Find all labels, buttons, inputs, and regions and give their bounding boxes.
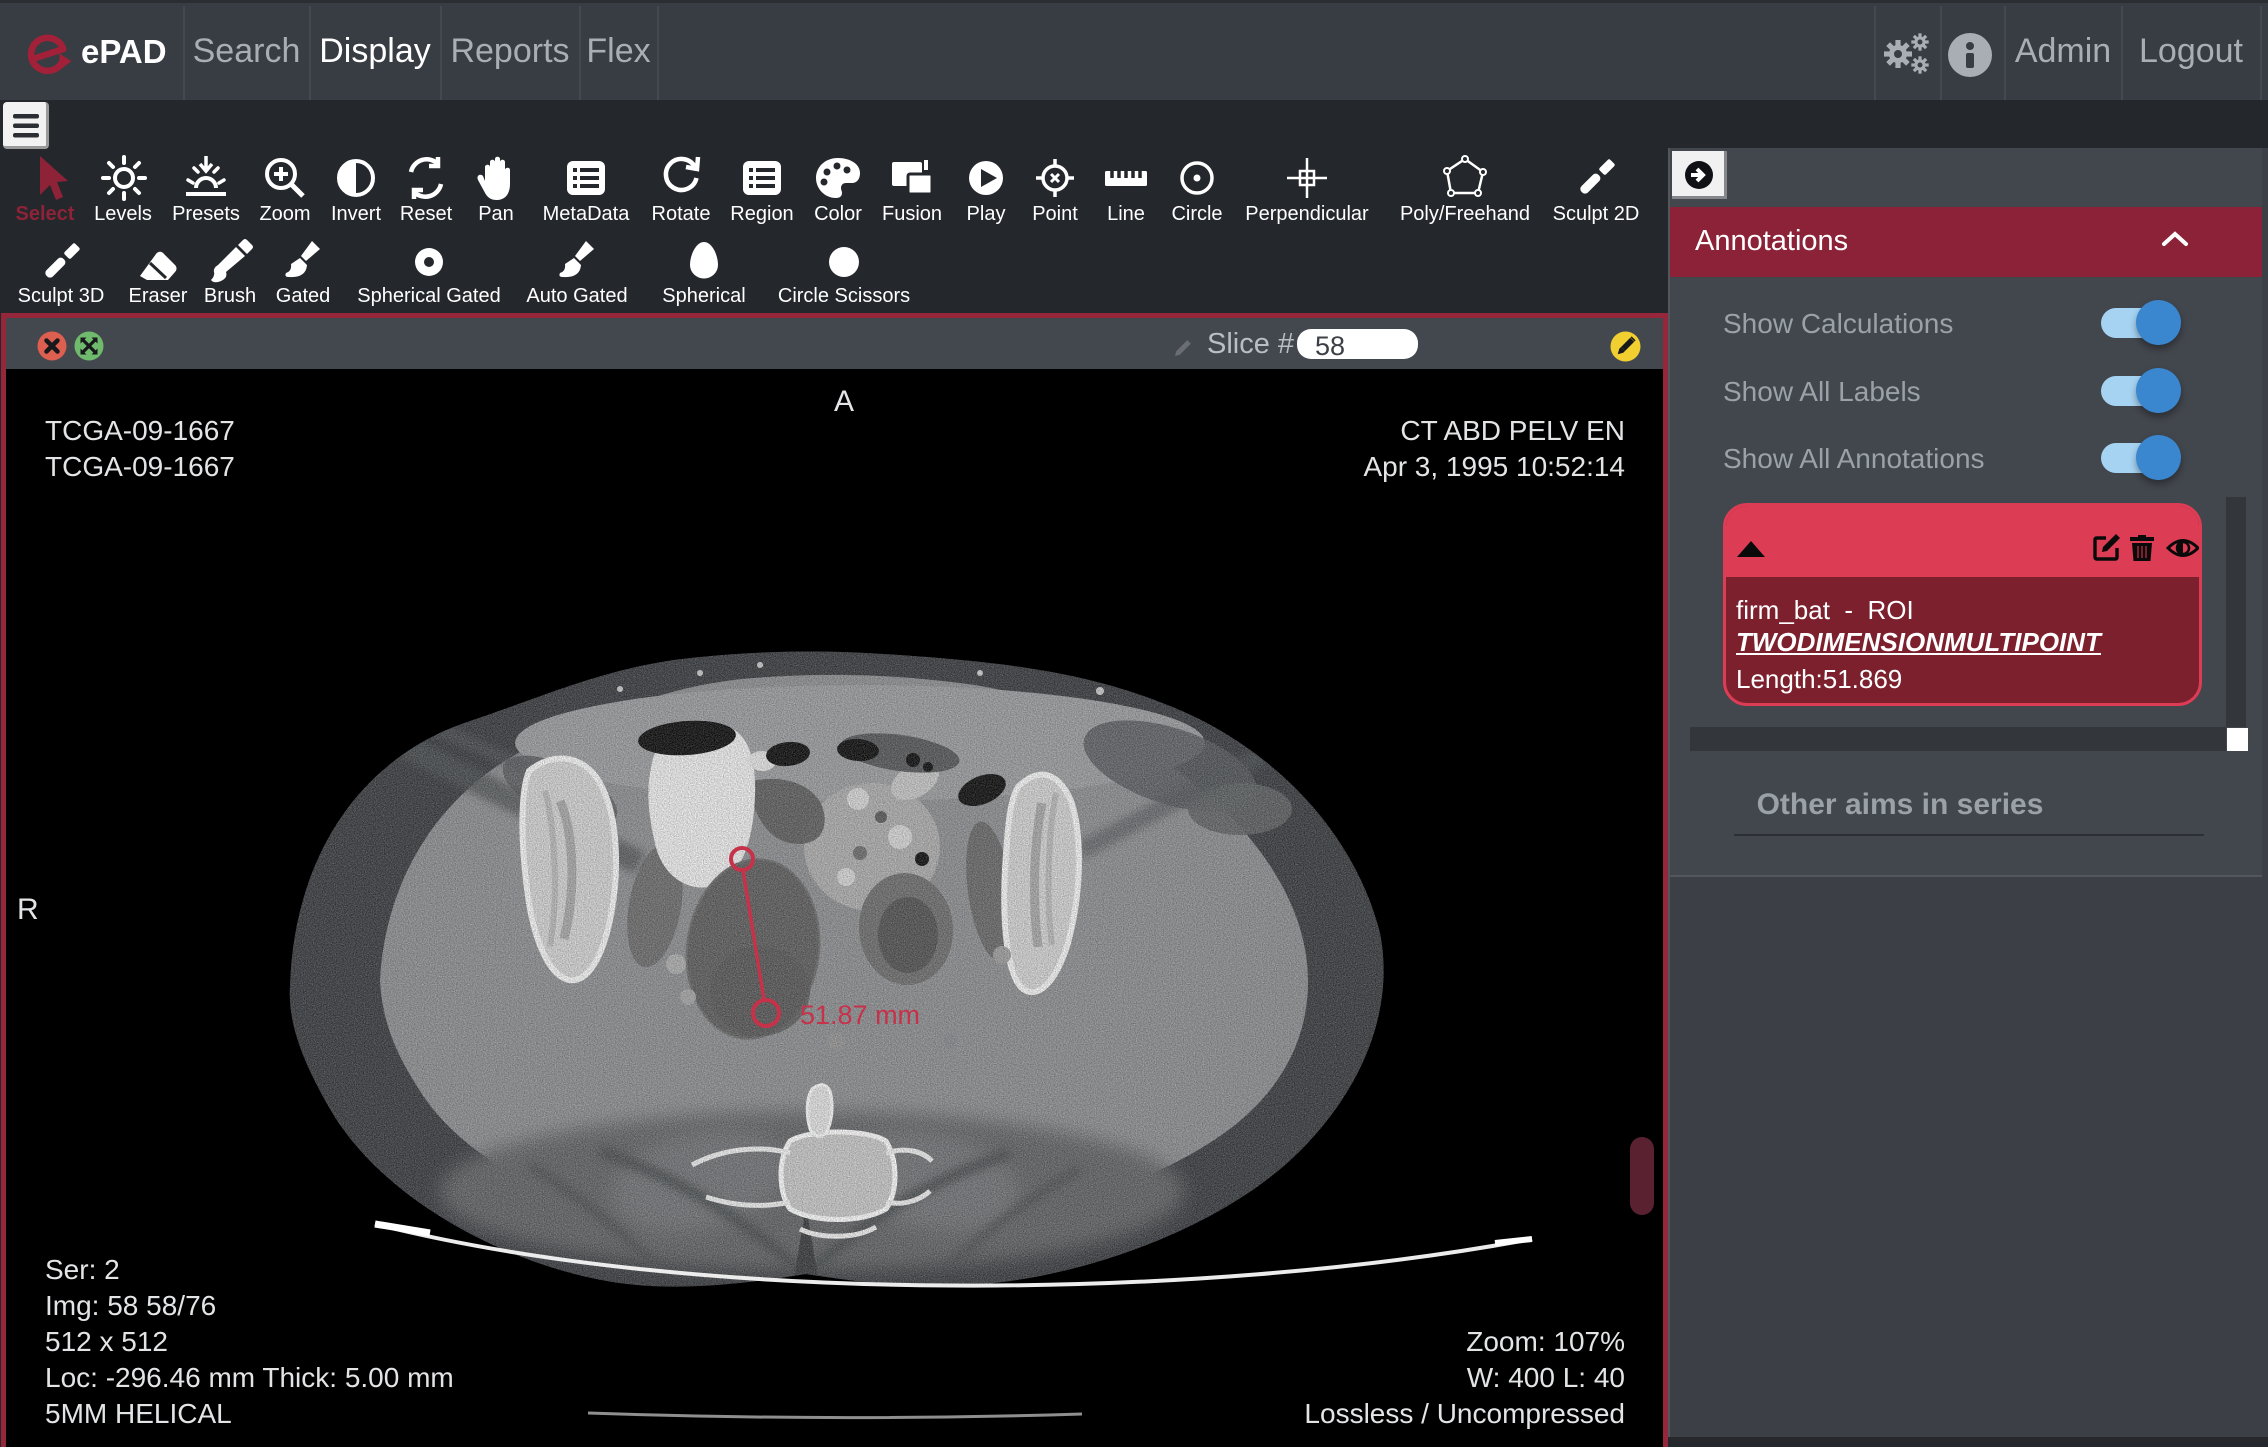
svg-text:51.87 mm: 51.87 mm [800, 1000, 920, 1030]
